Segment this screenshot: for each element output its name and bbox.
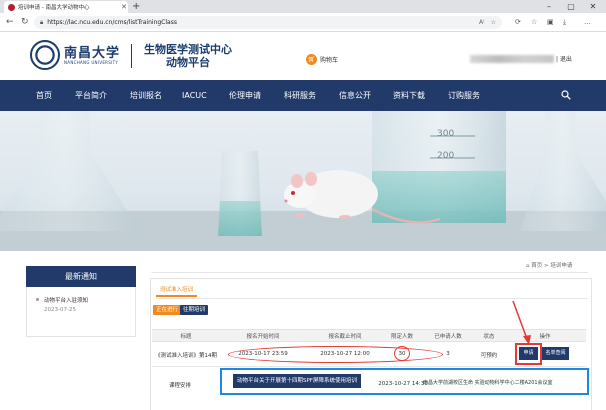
url-text[interactable]: https://lac.ncu.edu.cn/cms/listTrainingC…: [47, 19, 479, 26]
browser-tab[interactable]: 培训申请 - 南昌大学动物中心 ✕: [4, 1, 128, 13]
favorites-icon[interactable]: ☆: [531, 18, 537, 26]
th-applied: 已申请人数: [434, 334, 462, 340]
main-nav: 首页 平台简介 培训报名 IACUC 伦理申请 科研服务 信息公开 资料下载 订…: [0, 80, 606, 111]
browser-tab-strip: 培训申请 - 南昌大学动物中心 ✕ + – ▢ ✕: [0, 0, 606, 13]
center-title: 生物医学测试中心 动物平台: [138, 43, 238, 69]
university-name: 南昌大学: [64, 46, 121, 61]
nav-item-iacuc[interactable]: IACUC: [182, 80, 207, 111]
logout-link[interactable]: | 退出: [556, 54, 572, 63]
bullet-icon: [36, 298, 39, 301]
reload-icon[interactable]: ↻: [21, 17, 29, 27]
cell-status: 可预约: [480, 353, 498, 359]
notice-link[interactable]: 动物平台入驻须知: [44, 296, 88, 304]
breadcrumb-divider: [152, 272, 588, 273]
beaker-mark-300: 300: [437, 129, 455, 139]
collections-icon[interactable]: ▣: [547, 18, 554, 26]
sidebar-panel: [26, 287, 136, 337]
reader-mode-icon[interactable]: A⁽: [479, 19, 485, 26]
annotation-arrow-icon: [512, 300, 531, 345]
back-icon[interactable]: ←: [6, 17, 14, 27]
nav-item-about[interactable]: 平台简介: [75, 80, 107, 111]
date-highlight-ellipse: [228, 346, 443, 363]
extensions-icon[interactable]: ⟳: [515, 18, 521, 26]
tab-access-training[interactable]: 测试准入培训: [156, 284, 198, 297]
breadcrumb-separator: >: [544, 263, 549, 269]
th-limit: 限定人数: [390, 334, 414, 340]
maximize-icon[interactable]: ▢: [560, 0, 582, 13]
browser-toolbar: ← ↻ 🔒︎ https://lac.ncu.edu.cn/cms/listTr…: [0, 13, 606, 32]
university-sub-name: NANCHANG UNIVERSITY: [64, 60, 119, 65]
nav-item-downloads[interactable]: 资料下载: [393, 80, 425, 111]
breadcrumb: ⌂ 首页 > 培训申请: [526, 261, 572, 269]
center-title-line2: 动物平台: [166, 56, 210, 69]
nav-item-research[interactable]: 科研服务: [284, 80, 316, 111]
course-highlight-box: [220, 368, 589, 395]
nav-item-training[interactable]: 培训报名: [130, 80, 162, 111]
cell-applied: 3: [446, 351, 450, 357]
roster-button[interactable]: 名单查阅: [542, 347, 569, 360]
close-tab-icon[interactable]: ✕: [120, 3, 128, 11]
nav-item-ordering[interactable]: 订购服务: [448, 80, 480, 111]
site-favicon-icon: [8, 3, 15, 11]
lock-icon: 🔒︎: [40, 18, 44, 26]
hero-banner: [0, 111, 606, 251]
university-seal-logo: [30, 40, 60, 70]
nav-item-home[interactable]: 首页: [36, 80, 52, 111]
course-schedule-label: 课程安排: [168, 383, 192, 389]
address-bar[interactable]: 🔒︎ https://lac.ncu.edu.cn/cms/listTraini…: [34, 16, 502, 29]
downloads-icon[interactable]: ⤓: [563, 18, 566, 26]
breadcrumb-current: 培训申请: [550, 263, 573, 269]
breadcrumb-home[interactable]: 首页: [531, 263, 542, 269]
cart-link[interactable]: 🛒︎ 购物车: [306, 54, 338, 65]
th-start: 报名开始时间: [246, 334, 280, 340]
favorite-star-icon[interactable]: ☆: [491, 19, 496, 26]
notice-date: 2023-07-25: [44, 307, 76, 313]
nav-item-disclosure[interactable]: 信息公开: [339, 80, 371, 111]
center-title-line1: 生物医学测试中心: [144, 43, 232, 56]
th-actions: 操作: [539, 334, 551, 340]
cart-label: 购物车: [320, 57, 339, 64]
nav-item-ethics[interactable]: 伦理申请: [229, 80, 261, 111]
window-close-icon[interactable]: ✕: [582, 0, 604, 13]
user-info-blurred: [470, 55, 554, 63]
new-tab-icon[interactable]: +: [132, 1, 140, 12]
filter-ongoing-button[interactable]: 正在进行: [153, 305, 182, 315]
home-icon: ⌂: [526, 263, 530, 269]
more-menu-icon[interactable]: …: [584, 18, 591, 26]
filter-past-button[interactable]: 往期培训: [180, 305, 209, 315]
browser-tab-title: 培训申请 - 南昌大学动物中心: [18, 5, 90, 11]
cart-icon: 🛒︎: [306, 54, 317, 65]
beaker-mark-200: 200: [437, 151, 455, 161]
th-status: 状态: [483, 334, 495, 340]
cell-title: 《测试准入培训》第14期: [155, 353, 217, 359]
th-end: 报名截止时间: [328, 334, 362, 340]
sidebar-title: 最新通知: [26, 266, 136, 287]
minimize-icon[interactable]: –: [538, 0, 560, 13]
logo-divider: [131, 44, 132, 68]
th-title: 标题: [180, 334, 192, 340]
row-divider: [152, 366, 586, 367]
search-icon[interactable]: [561, 90, 571, 100]
lab-mouse-illustration: [0, 111, 606, 251]
limit-highlight-ellipse: [394, 346, 410, 361]
